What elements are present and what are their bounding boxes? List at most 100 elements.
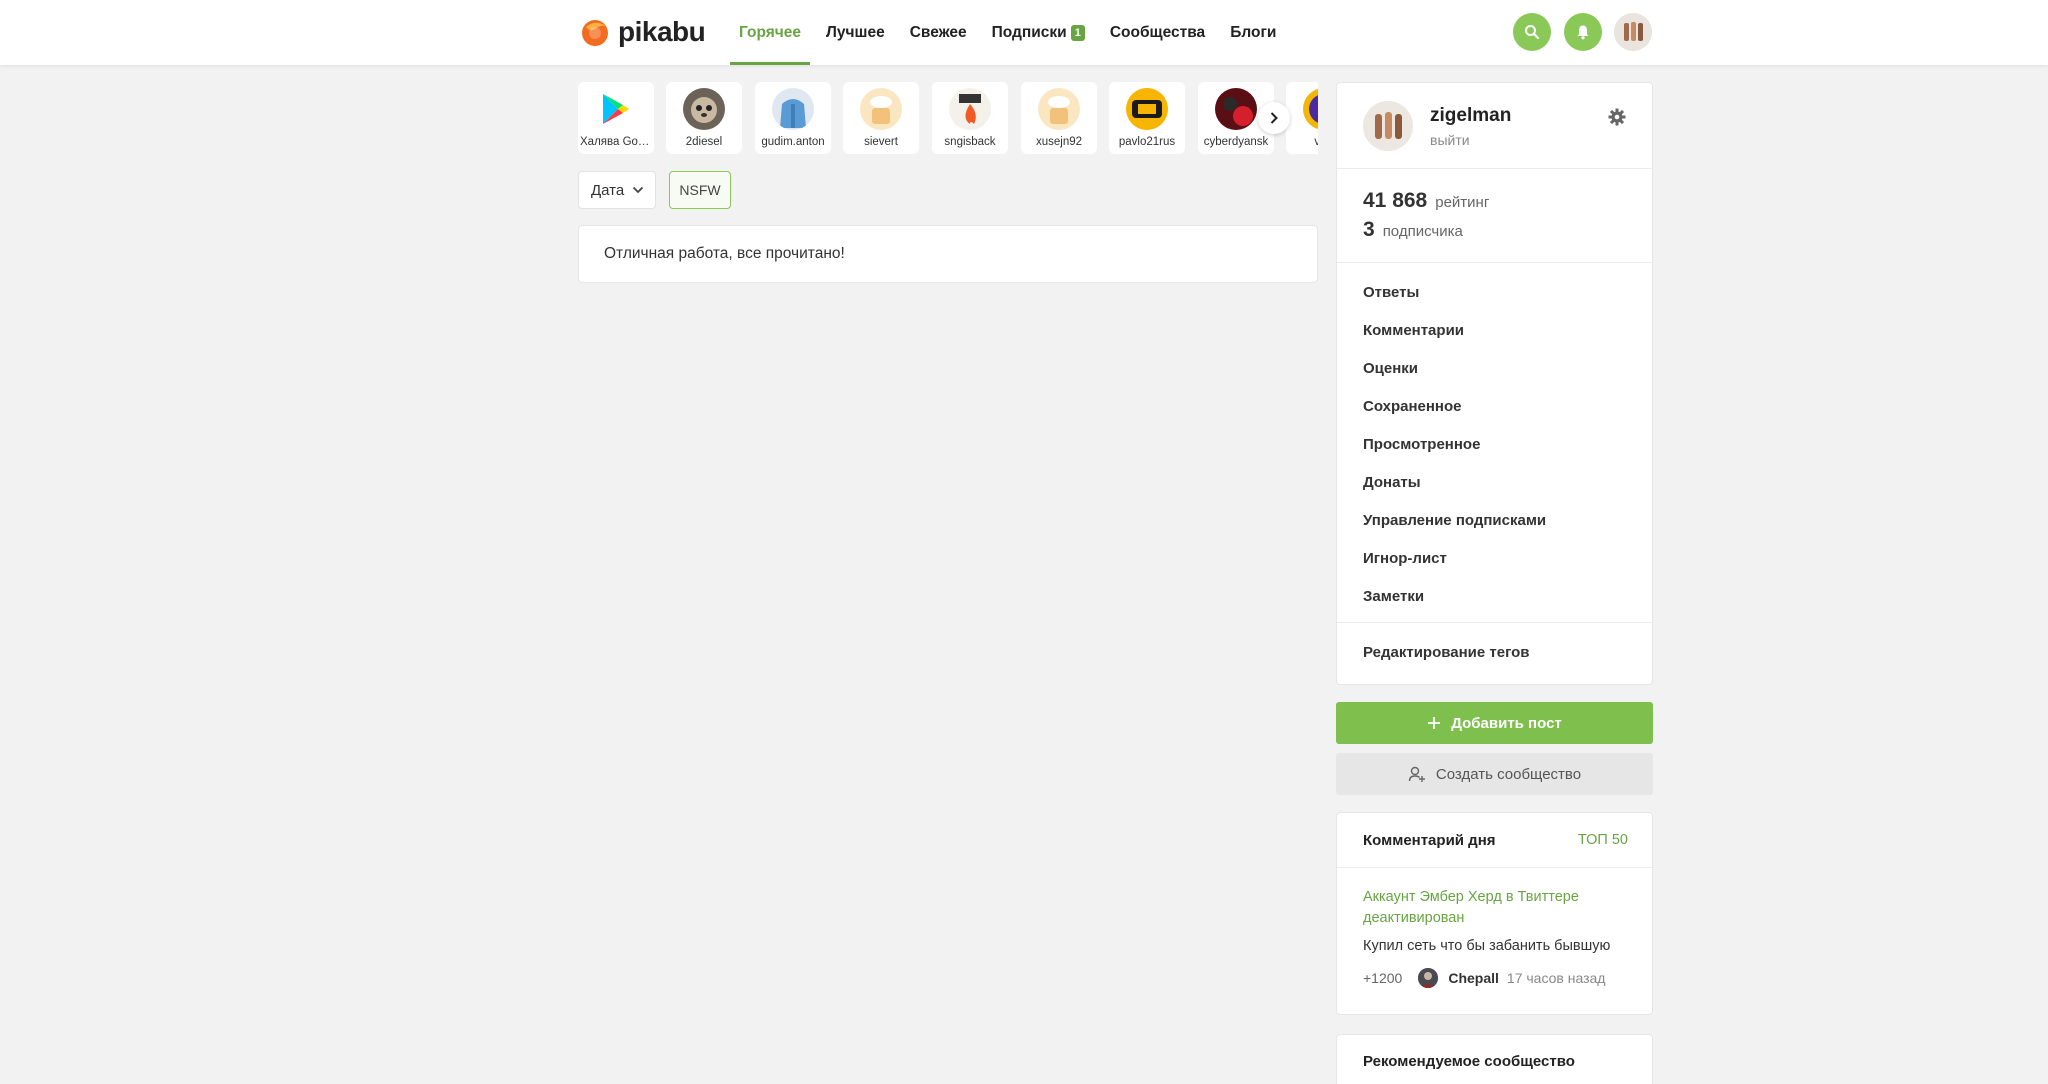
rating-label: рейтинг	[1435, 194, 1490, 211]
story-avatar	[1215, 88, 1257, 130]
create-community-label: Создать сообщество	[1435, 765, 1582, 783]
pikabu-logo-icon	[580, 17, 610, 47]
profile-username[interactable]: zigelman	[1430, 105, 1511, 127]
date-filter-label: Дата	[591, 181, 625, 199]
nav-best[interactable]: Лучшее	[817, 0, 894, 65]
empty-message: Отличная работа, все прочитано!	[604, 245, 845, 262]
search-icon	[1525, 25, 1540, 40]
story-label: vrm	[1314, 136, 1318, 148]
user-avatar-button[interactable]	[1614, 13, 1652, 51]
comment-time: 17 часов назад	[1506, 970, 1606, 986]
profile-stats: 41 868 рейтинг 3 подписчика	[1337, 169, 1652, 263]
menu-item-manage-subscriptions[interactable]: Управление подписками	[1337, 501, 1652, 539]
story-item[interactable]: pavlo21rus	[1109, 82, 1185, 154]
story-label: Халява Google Play	[580, 136, 652, 148]
notifications-button[interactable]	[1564, 13, 1602, 51]
nav-subscriptions[interactable]: Подписки 1	[983, 0, 1094, 65]
story-label: 2diesel	[685, 136, 723, 148]
story-avatar	[1126, 88, 1168, 130]
add-post-button[interactable]: Добавить пост	[1336, 702, 1653, 744]
menu-item-comments[interactable]: Комментарии	[1337, 311, 1652, 349]
pikabu-logo[interactable]: pikabu	[580, 14, 706, 50]
recommended-community-card: Рекомендуемое сообщество	[1336, 1034, 1653, 1084]
menu-item-viewed[interactable]: Просмотренное	[1337, 425, 1652, 463]
chevron-down-icon	[633, 186, 644, 194]
nav-label: Сообщества	[1109, 23, 1206, 41]
subscribers-stat[interactable]: 3 подписчика	[1363, 218, 1463, 242]
story-label: sievert	[864, 136, 898, 148]
comment-author-avatar[interactable]	[1418, 968, 1439, 988]
story-item[interactable]: gudim.anton	[755, 82, 831, 154]
feed-empty-state: Отличная работа, все прочитано!	[578, 225, 1318, 283]
comment-of-day-title: Комментарий дня	[1363, 832, 1496, 849]
menu-item-edit-tags[interactable]: Редактирование тегов	[1337, 633, 1652, 671]
profile-card: zigelman выйти 41 868 рейтинг 3 подписчи…	[1336, 82, 1653, 685]
menu-item-donations[interactable]: Донаты	[1337, 463, 1652, 501]
story-avatar	[860, 88, 902, 130]
main-nav: Горячее Лучшее Свежее Подписки 1 Сообщес…	[730, 0, 1292, 65]
story-item[interactable]: sngisback	[932, 82, 1008, 154]
menu-item-ratings[interactable]: Оценки	[1337, 349, 1652, 387]
rating-stat: 41 868 рейтинг	[1363, 189, 1489, 213]
plus-icon	[1428, 717, 1441, 729]
chevron-right-icon	[1270, 112, 1278, 124]
story-item[interactable]: sievert	[843, 82, 919, 154]
settings-button[interactable]	[1607, 107, 1627, 127]
menu-item-saved[interactable]: Сохраненное	[1337, 387, 1652, 425]
story-avatar	[683, 88, 725, 130]
add-user-icon	[1408, 766, 1425, 782]
create-community-button[interactable]: Создать сообщество	[1336, 753, 1653, 795]
comment-author[interactable]: Chepall	[1448, 970, 1499, 986]
nsfw-label: NSFW	[679, 182, 721, 198]
avatar-image	[1614, 13, 1652, 51]
search-button[interactable]	[1513, 13, 1551, 51]
comment-of-day-header: Комментарий дня ТОП 50	[1337, 813, 1652, 868]
subscriptions-badge: 1	[1070, 24, 1085, 41]
nsfw-filter-toggle[interactable]: NSFW	[669, 171, 731, 209]
top50-link[interactable]: ТОП 50	[1578, 832, 1628, 848]
story-avatar	[1303, 88, 1318, 130]
profile-header: zigelman выйти	[1337, 83, 1652, 169]
bell-icon	[1577, 25, 1589, 40]
nav-label: Лучшее	[826, 23, 885, 41]
nav-communities[interactable]: Сообщества	[1101, 0, 1214, 65]
profile-avatar[interactable]	[1363, 101, 1413, 151]
story-avatar	[949, 88, 991, 130]
story-label: gudim.anton	[761, 136, 825, 148]
story-label: pavlo21rus	[1118, 136, 1176, 148]
top-header: pikabu Горячее Лучшее Свежее Подписки 1 …	[0, 0, 2048, 65]
nav-label: Свежее	[909, 23, 967, 41]
comment-score: +1200	[1363, 970, 1403, 986]
subscribers-value: 3	[1363, 218, 1375, 241]
logout-link[interactable]: выйти	[1430, 132, 1470, 148]
nav-label: Горячее	[739, 23, 802, 41]
story-item[interactable]: xusejn92	[1021, 82, 1097, 154]
nav-label: Блоги	[1230, 23, 1277, 41]
comment-text[interactable]: Купил сеть что бы забанить бывшую	[1363, 938, 1610, 954]
stories-carousel: Халява Google Play 2diesel gudim.anton s…	[578, 82, 1318, 154]
date-filter-dropdown[interactable]: Дата	[578, 171, 656, 209]
nav-label: Подписки	[991, 23, 1067, 41]
story-label: sngisback	[944, 136, 996, 148]
profile-menu-extra: Редактирование тегов	[1337, 623, 1652, 671]
story-label: xusejn92	[1035, 136, 1083, 148]
stories-next-button[interactable]	[1258, 102, 1290, 134]
add-post-label: Добавить пост	[1451, 714, 1562, 732]
story-avatar	[1038, 88, 1080, 130]
comment-post-link[interactable]: Аккаунт Эмбер Херд в Твиттере деактивиро…	[1363, 887, 1633, 929]
menu-item-notes[interactable]: Заметки	[1337, 577, 1652, 615]
story-label: cyberdyansk	[1203, 136, 1269, 148]
story-item[interactable]: 2diesel	[666, 82, 742, 154]
logo-text: pikabu	[618, 16, 706, 47]
story-item[interactable]: vrm	[1286, 82, 1318, 154]
profile-menu: Ответы Комментарии Оценки Сохраненное Пр…	[1337, 263, 1652, 623]
nav-hot[interactable]: Горячее	[730, 0, 811, 65]
gear-icon	[1608, 108, 1626, 126]
subscribers-label: подписчика	[1382, 223, 1463, 240]
story-item[interactable]: Халява Google Play	[578, 82, 654, 154]
menu-item-answers[interactable]: Ответы	[1337, 273, 1652, 311]
recommended-community-title: Рекомендуемое сообщество	[1363, 1053, 1575, 1070]
menu-item-ignore-list[interactable]: Игнор-лист	[1337, 539, 1652, 577]
nav-fresh[interactable]: Свежее	[901, 0, 976, 65]
nav-blogs[interactable]: Блоги	[1221, 0, 1285, 65]
